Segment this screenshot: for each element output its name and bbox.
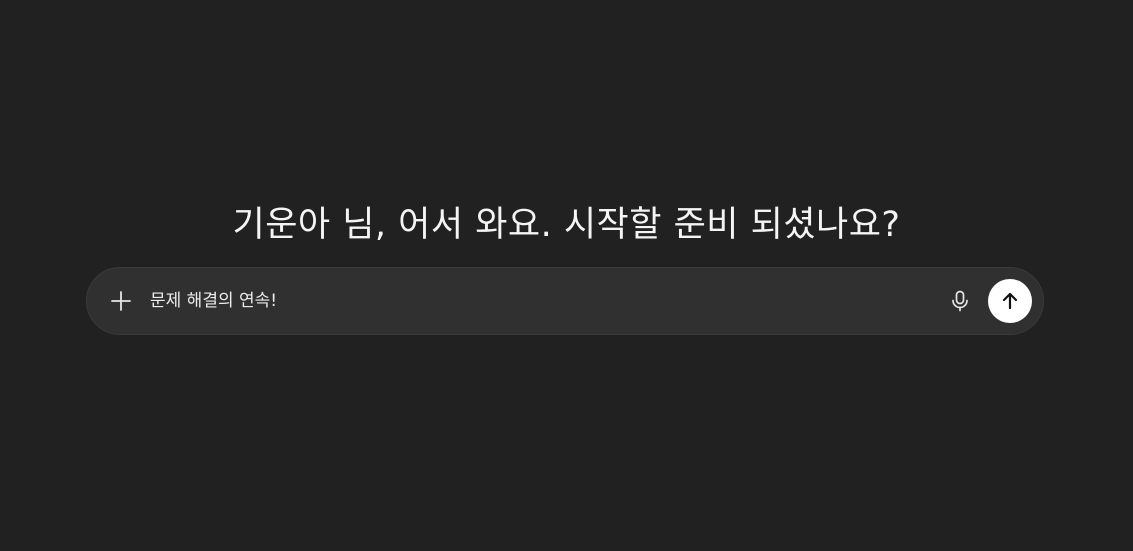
prompt-composer	[86, 267, 1044, 335]
attach-button[interactable]	[101, 281, 141, 321]
voice-input-button[interactable]	[942, 283, 978, 319]
chat-home-page: 기운아 님, 어서 와요. 시작할 준비 되셨나요?	[0, 0, 1133, 551]
microphone-icon	[952, 290, 968, 312]
greeting-heading: 기운아 님, 어서 와요. 시작할 준비 되셨나요?	[232, 205, 901, 246]
prompt-input[interactable]	[150, 289, 942, 313]
arrow-up-icon	[1002, 292, 1018, 310]
send-button[interactable]	[988, 279, 1032, 323]
plus-icon	[111, 291, 131, 311]
